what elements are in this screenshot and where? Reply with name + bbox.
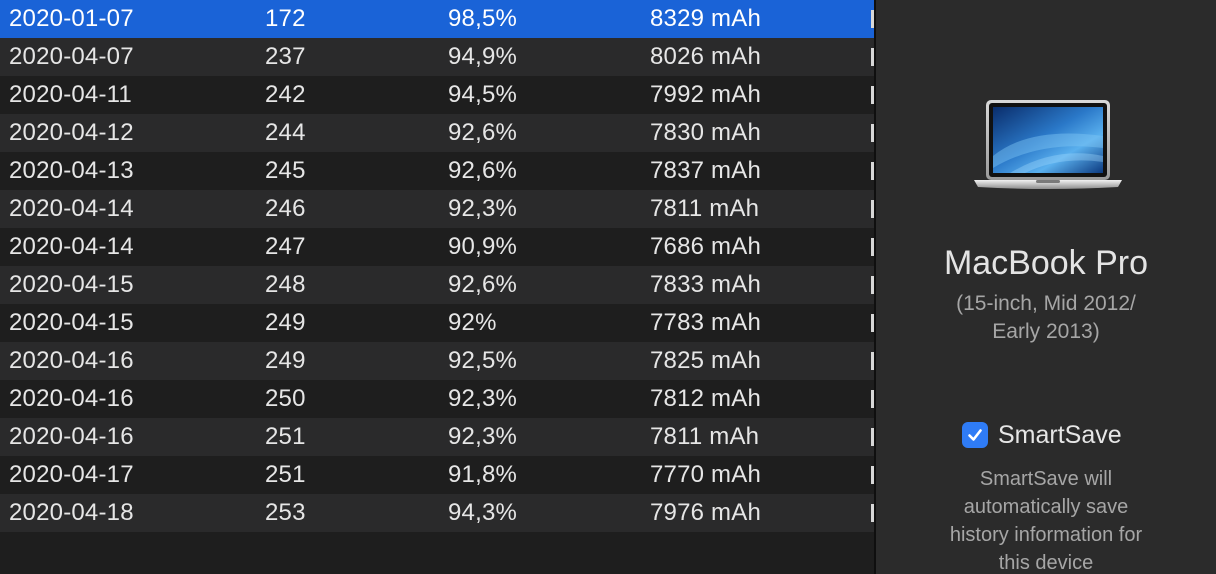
device-model: (15-inch, Mid 2012/ Early 2013) <box>946 290 1146 346</box>
table-row[interactable]: 2020-04-14 246 92,3% 7811 mAh <box>0 190 874 228</box>
cell-capacity: 7783 mAh <box>650 309 762 336</box>
table-row[interactable]: 2020-04-07 237 94,9% 8026 mAh <box>0 38 874 76</box>
laptop-icon <box>974 100 1122 189</box>
cell-capacity: 8329 mAh <box>650 5 762 32</box>
cell-date: 2020-04-15 <box>9 271 134 298</box>
cell-health: 94,3% <box>448 499 518 526</box>
table-row[interactable]: 2020-04-15 249 92% 7783 mAh <box>0 304 874 342</box>
cell-health: 92,3% <box>448 195 518 222</box>
cell-health: 94,9% <box>448 43 518 70</box>
table-row[interactable]: 2020-04-18 253 94,3% 7976 mAh <box>0 494 874 532</box>
cell-health: 92,6% <box>448 157 518 184</box>
table-row[interactable]: 2020-04-16 249 92,5% 7825 mAh <box>0 342 874 380</box>
cell-date: 2020-04-18 <box>9 499 134 526</box>
smartsave-description-line: automatically save <box>963 496 1129 518</box>
cell-date: 2020-04-12 <box>9 119 134 146</box>
cell-date: 2020-01-07 <box>9 5 134 32</box>
table-row[interactable]: 2020-04-11 242 94,5% 7992 mAh <box>0 76 874 114</box>
cell-capacity: 7833 mAh <box>650 271 762 298</box>
table-row[interactable]: 2020-04-16 250 92,3% 7812 mAh <box>0 380 874 418</box>
table-row[interactable]: 2020-04-12 244 92,6% 7830 mAh <box>0 114 874 152</box>
smartsave-checkbox[interactable] <box>962 422 988 448</box>
cell-capacity: 7825 mAh <box>650 347 762 374</box>
cell-date: 2020-04-16 <box>9 347 134 374</box>
cell-cycle-count: 242 <box>265 81 306 108</box>
cell-health: 92,5% <box>448 347 518 374</box>
table-row[interactable]: 2020-04-16 251 92,3% 7811 mAh <box>0 418 874 456</box>
cell-cycle-count: 249 <box>265 347 306 374</box>
smartsave-description-line: SmartSave will <box>979 468 1113 490</box>
device-name: MacBook Pro <box>943 244 1149 282</box>
cell-capacity: 7811 mAh <box>650 423 760 450</box>
table-row[interactable]: 2020-04-15 248 92,6% 7833 mAh <box>0 266 874 304</box>
battery-history-window: 2020-01-07 172 98,5% 8329 mAh 2020-04-07 237 9… <box>0 0 1216 574</box>
cell-cycle-count: 253 <box>265 499 306 526</box>
cell-health: 94,5% <box>448 81 518 108</box>
cell-date: 2020-04-14 <box>9 233 134 260</box>
cell-health: 92% <box>448 309 497 336</box>
smartsave-description-line: history information for <box>949 524 1143 546</box>
table-row[interactable]: 2020-04-17 251 91,8% 7770 mAh <box>0 456 874 494</box>
cell-health: 90,9% <box>448 233 518 260</box>
cell-capacity: 8026 mAh <box>650 43 762 70</box>
cell-capacity: 7812 mAh <box>650 385 762 412</box>
cell-capacity: 7686 mAh <box>650 233 762 260</box>
history-table-body: 2020-01-07 172 98,5% 8329 mAh 2020-04-07 237 9… <box>0 0 874 532</box>
cell-health: 91,8% <box>448 461 518 488</box>
cell-health: 92,6% <box>448 119 518 146</box>
cell-cycle-count: 247 <box>265 233 306 260</box>
cell-cycle-count: 172 <box>265 5 306 32</box>
checkmark-icon <box>968 429 982 441</box>
smartsave-description: SmartSave will automatically save histor… <box>921 465 1171 574</box>
cell-capacity: 7976 mAh <box>650 499 762 526</box>
smartsave-description-line: this device <box>998 552 1094 574</box>
cell-cycle-count: 248 <box>265 271 306 298</box>
cell-cycle-count: 251 <box>265 461 306 488</box>
cell-capacity: 7811 mAh <box>650 195 760 222</box>
device-model-line: (15-inch, Mid 2012/ <box>956 292 1136 315</box>
device-model-line: Early 2013) <box>992 320 1100 343</box>
cell-cycle-count: 237 <box>265 43 306 70</box>
cell-date: 2020-04-17 <box>9 461 134 488</box>
table-row[interactable]: 2020-04-14 247 90,9% 7686 mAh <box>0 228 874 266</box>
cell-capacity: 7830 mAh <box>650 119 762 146</box>
table-row[interactable]: 2020-01-07 172 98,5% 8329 mAh <box>0 0 874 38</box>
cell-cycle-count: 249 <box>265 309 306 336</box>
cell-health: 98,5% <box>448 5 518 32</box>
cell-capacity: 7837 mAh <box>650 157 762 184</box>
cell-capacity: 7770 mAh <box>650 461 762 488</box>
cell-date: 2020-04-16 <box>9 385 134 412</box>
cell-health: 92,3% <box>448 385 518 412</box>
cell-cycle-count: 251 <box>265 423 306 450</box>
cell-date: 2020-04-15 <box>9 309 134 336</box>
cell-cycle-count: 246 <box>265 195 306 222</box>
cell-cycle-count: 245 <box>265 157 306 184</box>
cell-cycle-count: 244 <box>265 119 306 146</box>
device-info-panel: MacBook Pro (15-inch, Mid 2012/ Early 20… <box>876 0 1216 574</box>
cell-date: 2020-04-11 <box>9 81 132 108</box>
cell-date: 2020-04-07 <box>9 43 134 70</box>
history-table[interactable]: 2020-01-07 172 98,5% 8329 mAh 2020-04-07 237 9… <box>0 0 876 574</box>
cell-date: 2020-04-16 <box>9 423 134 450</box>
cell-health: 92,3% <box>448 423 518 450</box>
cell-cycle-count: 250 <box>265 385 306 412</box>
cell-date: 2020-04-14 <box>9 195 134 222</box>
cell-date: 2020-04-13 <box>9 157 134 184</box>
smartsave-toggle[interactable]: SmartSave <box>962 420 1122 450</box>
cell-capacity: 7992 mAh <box>650 81 762 108</box>
smartsave-label: SmartSave <box>998 420 1122 449</box>
table-row[interactable]: 2020-04-13 245 92,6% 7837 mAh <box>0 152 874 190</box>
cell-health: 92,6% <box>448 271 518 298</box>
